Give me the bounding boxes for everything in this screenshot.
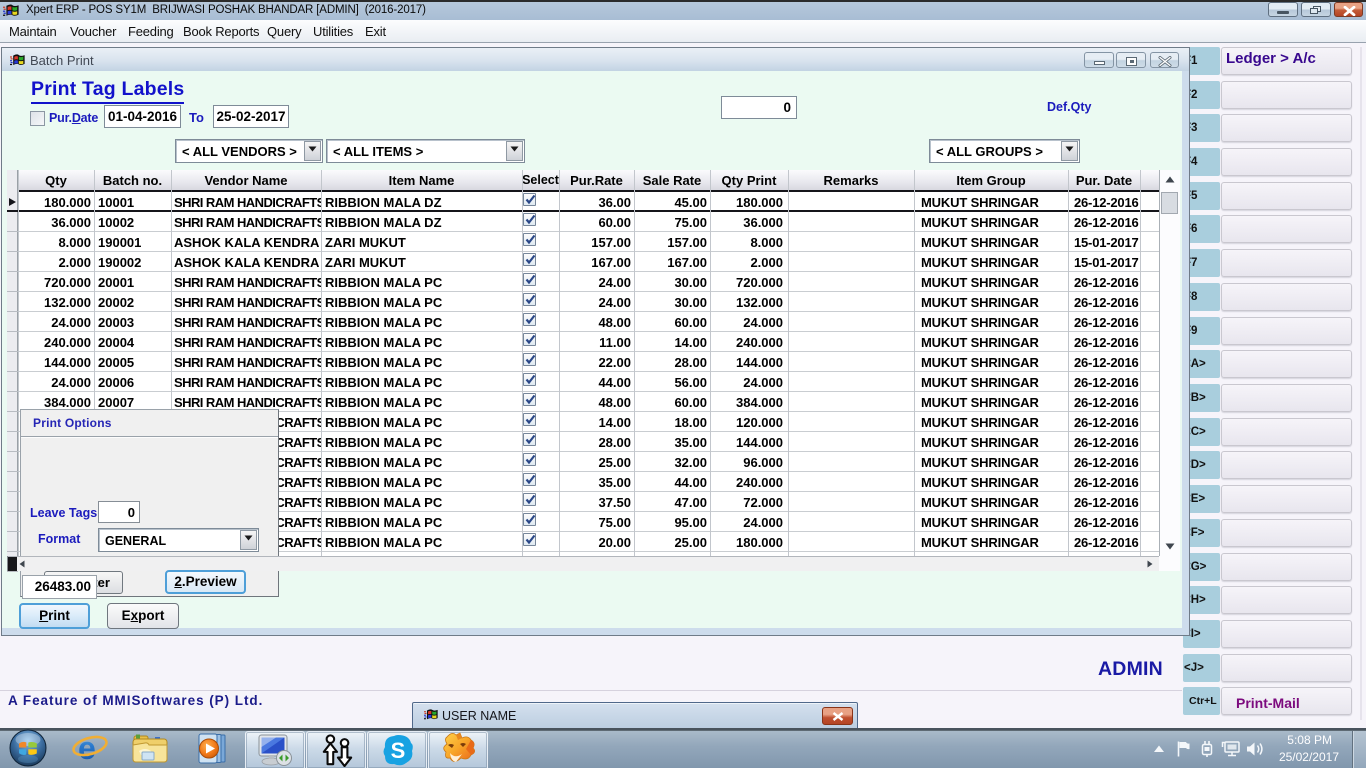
svg-text:e: e	[78, 730, 96, 766]
svg-text:S: S	[391, 738, 406, 763]
